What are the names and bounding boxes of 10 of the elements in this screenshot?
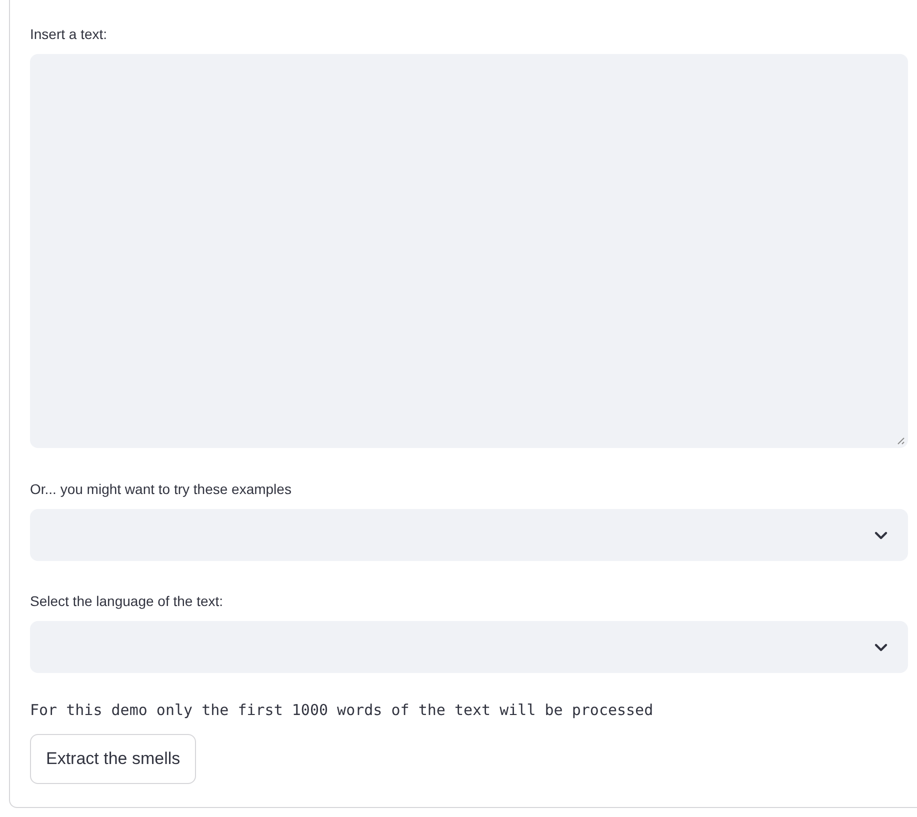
field-label: Or... you might want to try these examples <box>30 480 292 499</box>
field-label: Select the language of the text: <box>30 592 224 611</box>
chevron-down-icon <box>874 642 888 652</box>
chevron-down-icon <box>874 530 888 540</box>
resize-handle-icon[interactable] <box>897 437 905 445</box>
notice-text: For this demo only the first 1000 words of the text will be processed <box>30 700 654 721</box>
dropdown-field[interactable] <box>30 621 908 673</box>
field-label: Insert a text: <box>30 25 108 44</box>
dropdown-field[interactable] <box>30 509 908 561</box>
extract-button[interactable]: Extract the smells <box>30 734 196 784</box>
